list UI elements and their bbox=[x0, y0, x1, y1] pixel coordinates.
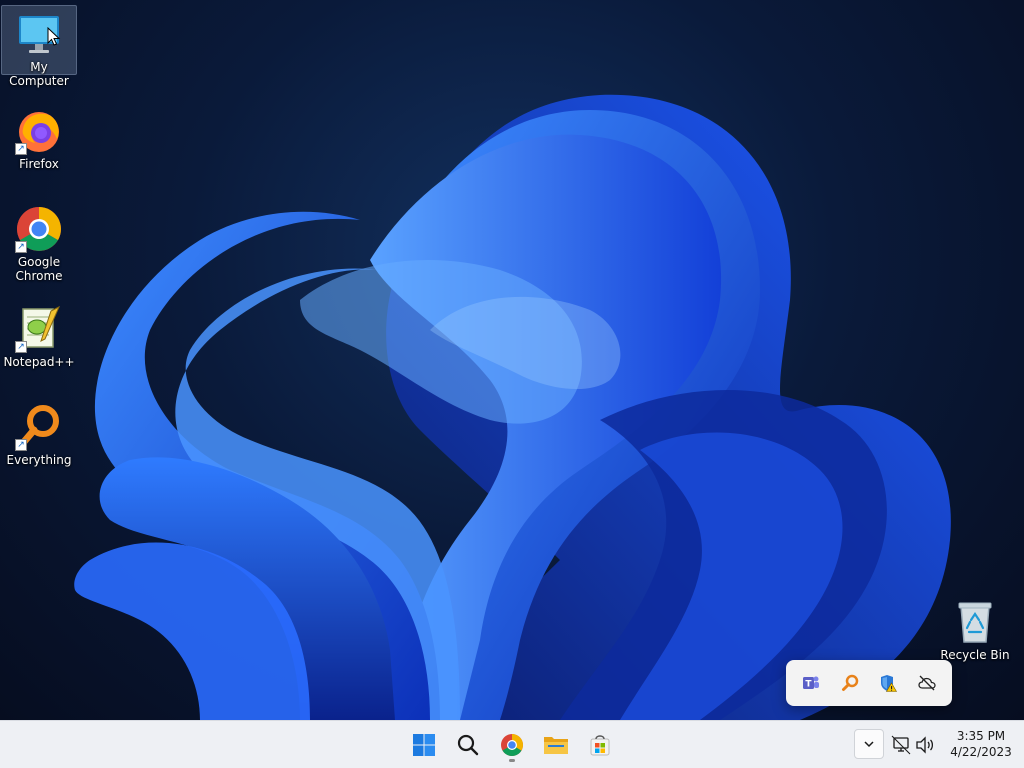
chevron-down-icon bbox=[864, 741, 874, 748]
desktop-icon-notepadpp[interactable]: ↗ Notepad++ bbox=[1, 301, 77, 373]
desktop-icon-label: Notepad++ bbox=[3, 355, 75, 369]
desktop-icon-everything[interactable]: ↗ Everything bbox=[1, 399, 77, 471]
store-icon bbox=[590, 735, 610, 756]
mouse-cursor-icon bbox=[47, 27, 61, 46]
desktop-icon-label: My Computer bbox=[9, 60, 69, 88]
desktop-icon-my-computer[interactable]: My Computer bbox=[1, 5, 77, 88]
network-icon[interactable] bbox=[891, 735, 911, 755]
store-button[interactable] bbox=[582, 727, 618, 763]
chrome-taskbar-icon bbox=[501, 734, 523, 756]
taskbar: 3:35 PM 4/22/2023 bbox=[0, 720, 1024, 768]
file-explorer-icon bbox=[544, 737, 568, 754]
search-icon bbox=[457, 734, 479, 756]
chrome-icon: ↗ bbox=[15, 205, 63, 253]
windows-logo-icon bbox=[413, 734, 435, 756]
shortcut-arrow-icon: ↗ bbox=[15, 341, 27, 353]
desktop-icon-firefox[interactable]: ↗ Firefox bbox=[1, 103, 77, 175]
teams-icon[interactable]: T bbox=[799, 671, 823, 695]
desktop-icon-label: Google Chrome bbox=[15, 255, 63, 283]
chrome-taskbar-button[interactable] bbox=[494, 727, 530, 763]
recycle-bin-icon bbox=[951, 598, 999, 646]
desktop-icon-label: Everything bbox=[6, 453, 72, 467]
notepadpp-icon: ↗ bbox=[15, 305, 63, 353]
svg-text:T: T bbox=[806, 680, 813, 690]
volume-icon[interactable] bbox=[915, 735, 935, 755]
desktop-icon-label: Firefox bbox=[19, 157, 59, 171]
tray-overflow-flyout: T bbox=[786, 660, 952, 706]
onedrive-offline-icon[interactable] bbox=[915, 671, 939, 695]
desktop-icon-label: Recycle Bin bbox=[940, 648, 1010, 662]
bloom-wallpaper-art bbox=[74, 94, 951, 720]
desktop-icon-recycle-bin[interactable]: Recycle Bin bbox=[937, 594, 1013, 662]
desktop-icon-google-chrome[interactable]: ↗ Google Chrome bbox=[1, 201, 77, 287]
clock-time: 3:35 PM bbox=[956, 729, 1006, 743]
shortcut-arrow-icon: ↗ bbox=[15, 143, 27, 155]
shortcut-arrow-icon: ↗ bbox=[15, 241, 27, 253]
clock[interactable]: 3:35 PM 4/22/2023 bbox=[940, 728, 1022, 760]
firefox-icon: ↗ bbox=[15, 107, 63, 155]
start-button[interactable] bbox=[406, 727, 442, 763]
shortcut-arrow-icon: ↗ bbox=[15, 439, 27, 451]
running-indicator bbox=[509, 759, 515, 762]
show-hidden-icons-button[interactable] bbox=[854, 729, 884, 759]
clock-date: 4/22/2023 bbox=[950, 745, 1012, 759]
file-explorer-button[interactable] bbox=[538, 727, 574, 763]
desktop-wallpaper bbox=[0, 0, 1024, 720]
everything-search-icon: ↗ bbox=[15, 403, 63, 451]
search-button[interactable] bbox=[450, 727, 486, 763]
defender-warning-icon[interactable] bbox=[876, 671, 900, 695]
everything-tray-icon[interactable] bbox=[838, 671, 862, 695]
